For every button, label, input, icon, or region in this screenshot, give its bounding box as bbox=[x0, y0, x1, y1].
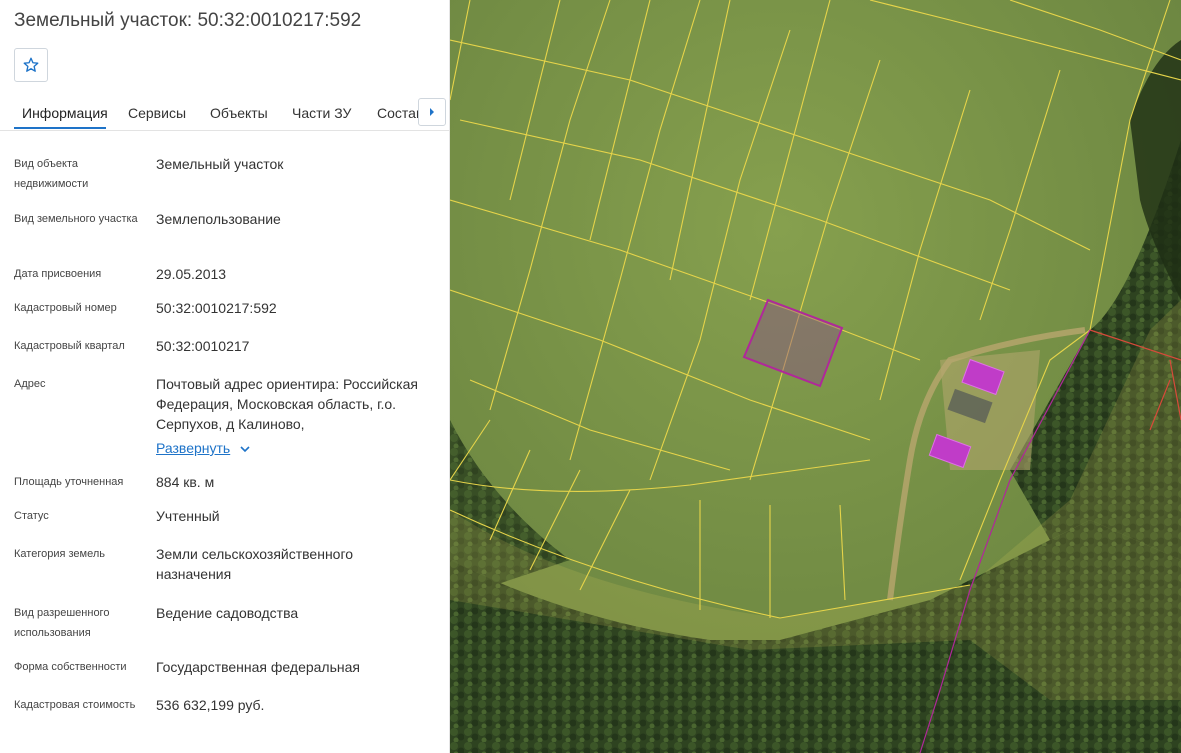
value-status: Учтенный bbox=[156, 508, 220, 524]
page-title: Земельный участок: 50:32:0010217:592 bbox=[14, 10, 362, 31]
label-land-type: Вид земельного участка bbox=[14, 213, 138, 225]
label-area: Площадь уточненная bbox=[14, 476, 124, 488]
label-cadastral-number: Кадастровый номер bbox=[14, 302, 117, 314]
value-land-type: Землепользование bbox=[156, 211, 281, 227]
value-ownership: Государственная федеральная bbox=[156, 659, 360, 675]
label-address: Адрес bbox=[14, 378, 46, 390]
label-permitted-use: Вид разрешенного использования bbox=[14, 607, 110, 639]
tab-composition[interactable]: Состав bbox=[377, 105, 423, 121]
label-object-type: Вид объекта недвижимости bbox=[14, 158, 89, 190]
value-area: 884 кв. м bbox=[156, 474, 215, 490]
tabs-scroll-right-button[interactable] bbox=[418, 98, 446, 126]
info-panel: Земельный участок: 50:32:0010217:592 Инф… bbox=[0, 0, 450, 753]
active-tab-indicator bbox=[14, 127, 106, 129]
label-ownership: Форма собственности bbox=[14, 661, 127, 673]
value-permitted-use: Ведение садоводства bbox=[156, 605, 299, 621]
tab-objects[interactable]: Объекты bbox=[210, 105, 268, 121]
tab-information[interactable]: Информация bbox=[22, 105, 108, 121]
expand-address-link[interactable]: Развернуть bbox=[156, 440, 230, 456]
value-cadastral-number: 50:32:0010217:592 bbox=[156, 300, 277, 316]
value-address: Почтовый адрес ориентира: Российская Фед… bbox=[156, 374, 431, 458]
satellite-map[interactable] bbox=[450, 0, 1181, 753]
tab-services[interactable]: Сервисы bbox=[128, 105, 186, 121]
favorite-button[interactable] bbox=[14, 48, 48, 82]
label-land-category: Категория земель bbox=[14, 548, 105, 560]
label-cadastral-value: Кадастровая стоимость bbox=[14, 699, 136, 711]
tab-parts[interactable]: Части ЗУ bbox=[292, 105, 351, 121]
chevron-down-icon bbox=[240, 446, 250, 452]
label-assign-date: Дата присвоения bbox=[14, 268, 102, 280]
value-assign-date: 29.05.2013 bbox=[156, 266, 227, 282]
label-cadastral-quarter: Кадастровый квартал bbox=[14, 340, 125, 352]
value-cadastral-quarter: 50:32:0010217 bbox=[156, 338, 250, 354]
address-text: Почтовый адрес ориентира: Российская Фед… bbox=[156, 376, 418, 432]
tab-bar: Информация Сервисы Объекты Части ЗУ Сост… bbox=[0, 96, 449, 131]
value-land-category: Земли сельскохозяйственного назначения bbox=[156, 546, 354, 582]
value-object-type: Земельный участок bbox=[156, 156, 284, 172]
label-status: Статус bbox=[14, 510, 49, 522]
star-icon bbox=[23, 57, 39, 72]
caret-right-icon bbox=[430, 108, 434, 116]
value-cadastral-value: 536 632,199 руб. bbox=[156, 697, 265, 713]
map-canvas bbox=[450, 0, 1181, 753]
